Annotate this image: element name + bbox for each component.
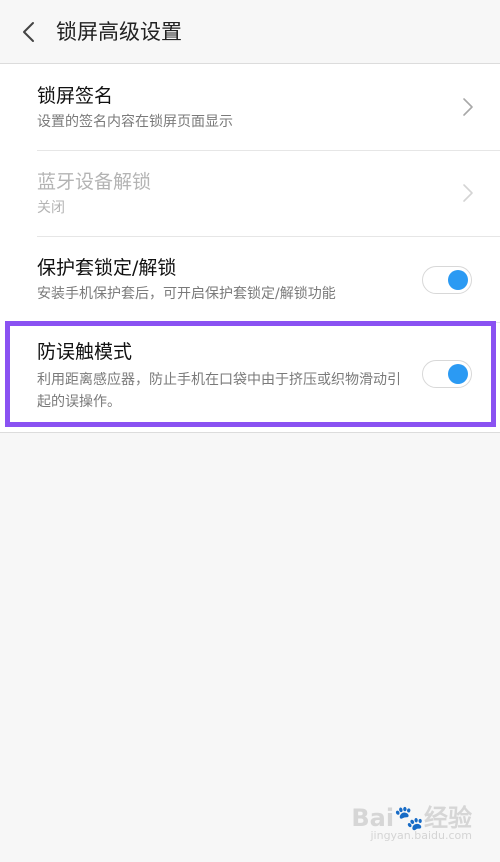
watermark: Bai🐾经验 jingyan.baidu.com: [351, 804, 472, 844]
setting-cover-lock: 保护套锁定/解锁 安装手机保护套后，可开启保护套锁定/解锁功能: [0, 236, 500, 322]
setting-anti-mistouch: 防误触模式 利用距离感应器，防止手机在口袋中由于挤压或织物滑动引起的误操作。: [0, 322, 500, 432]
setting-title: 保护套锁定/解锁: [37, 257, 177, 279]
setting-subtitle: 关闭: [37, 200, 65, 216]
setting-title: 蓝牙设备解锁: [37, 171, 152, 193]
setting-subtitle: 设置的签名内容在锁屏页面显示: [37, 114, 233, 130]
chevron-right-icon: [463, 98, 473, 116]
setting-lockscreen-signature[interactable]: 锁屏签名 设置的签名内容在锁屏页面显示: [0, 64, 500, 150]
page-title: 锁屏高级设置: [56, 20, 182, 44]
setting-subtitle: 利用距离感应器，防止手机在口袋中由于挤压或织物滑动引起的误操作。: [37, 372, 401, 410]
setting-title: 锁屏签名: [37, 85, 114, 107]
setting-title: 防误触模式: [37, 341, 133, 363]
watermark-url: jingyan.baidu.com: [370, 829, 472, 842]
anti-mistouch-toggle[interactable]: [422, 360, 472, 388]
chevron-right-icon: [463, 184, 473, 202]
settings-list: 锁屏签名 设置的签名内容在锁屏页面显示 蓝牙设备解锁 关闭 保护套锁定/解锁 安…: [0, 64, 500, 433]
watermark-brand: Bai🐾经验: [351, 804, 472, 832]
app-header: 锁屏高级设置: [0, 0, 500, 64]
setting-subtitle: 安装手机保护套后，可开启保护套锁定/解锁功能: [37, 286, 336, 302]
setting-bluetooth-unlock[interactable]: 蓝牙设备解锁 关闭: [0, 150, 500, 236]
toggle-knob: [448, 270, 468, 290]
back-arrow-icon[interactable]: [18, 20, 40, 44]
toggle-knob: [448, 364, 468, 384]
cover-lock-toggle[interactable]: [422, 266, 472, 294]
